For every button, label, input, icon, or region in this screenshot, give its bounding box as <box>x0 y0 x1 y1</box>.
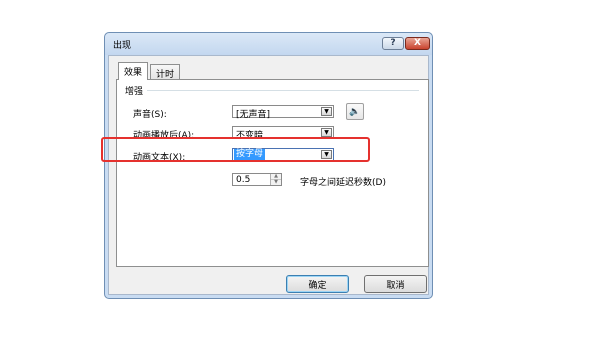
speaker-button[interactable]: 🔈 <box>346 103 364 120</box>
sound-value: [无声音] <box>236 110 271 120</box>
tab-timing[interactable]: 计时 <box>150 64 181 80</box>
sound-label: 声音(S): <box>133 110 167 120</box>
cancel-button-label: 取消 <box>386 280 405 291</box>
group-label-enhancements: 增强 <box>125 87 144 97</box>
close-button[interactable]: X <box>405 37 430 50</box>
tab-effects[interactable]: 效果 <box>118 62 149 80</box>
help-icon: ? <box>390 38 396 48</box>
letter-delay-value: 0.5 <box>236 175 251 185</box>
dialog-window: 出现 ? X 效果 计时 增强 声音(S): [无声音] ▼ 🔈 动画播放后(A… <box>104 32 433 299</box>
spinner-buttons: ▲ ▼ <box>270 174 281 185</box>
effects-panel: 增强 声音(S): [无声音] ▼ 🔈 动画播放后(A): 不变暗 ▼ 动画文本… <box>116 79 429 267</box>
highlight-box <box>101 137 370 162</box>
title-bar: 出现 ? X <box>105 33 432 55</box>
dialog-client: 效果 计时 增强 声音(S): [无声音] ▼ 🔈 动画播放后(A): 不变暗 … <box>108 55 429 295</box>
dialog-title: 出现 <box>113 41 132 51</box>
group-divider <box>147 90 419 91</box>
chevron-down-icon: ▼ <box>321 107 332 116</box>
letter-delay-label: 字母之间延迟秒数(D) <box>300 178 386 188</box>
help-button[interactable]: ? <box>382 37 404 50</box>
ok-button-label: 确定 <box>308 280 327 291</box>
close-icon: X <box>414 38 421 48</box>
letter-delay-spinner[interactable]: 0.5 ▲ ▼ <box>232 173 282 186</box>
ok-button[interactable]: 确定 <box>286 275 349 293</box>
sound-dropdown[interactable]: [无声音] ▼ <box>232 105 334 120</box>
cancel-button[interactable]: 取消 <box>364 275 427 293</box>
spin-down-icon[interactable]: ▼ <box>271 180 281 185</box>
chevron-down-icon: ▼ <box>321 128 332 137</box>
speaker-icon: 🔈 <box>349 106 361 117</box>
